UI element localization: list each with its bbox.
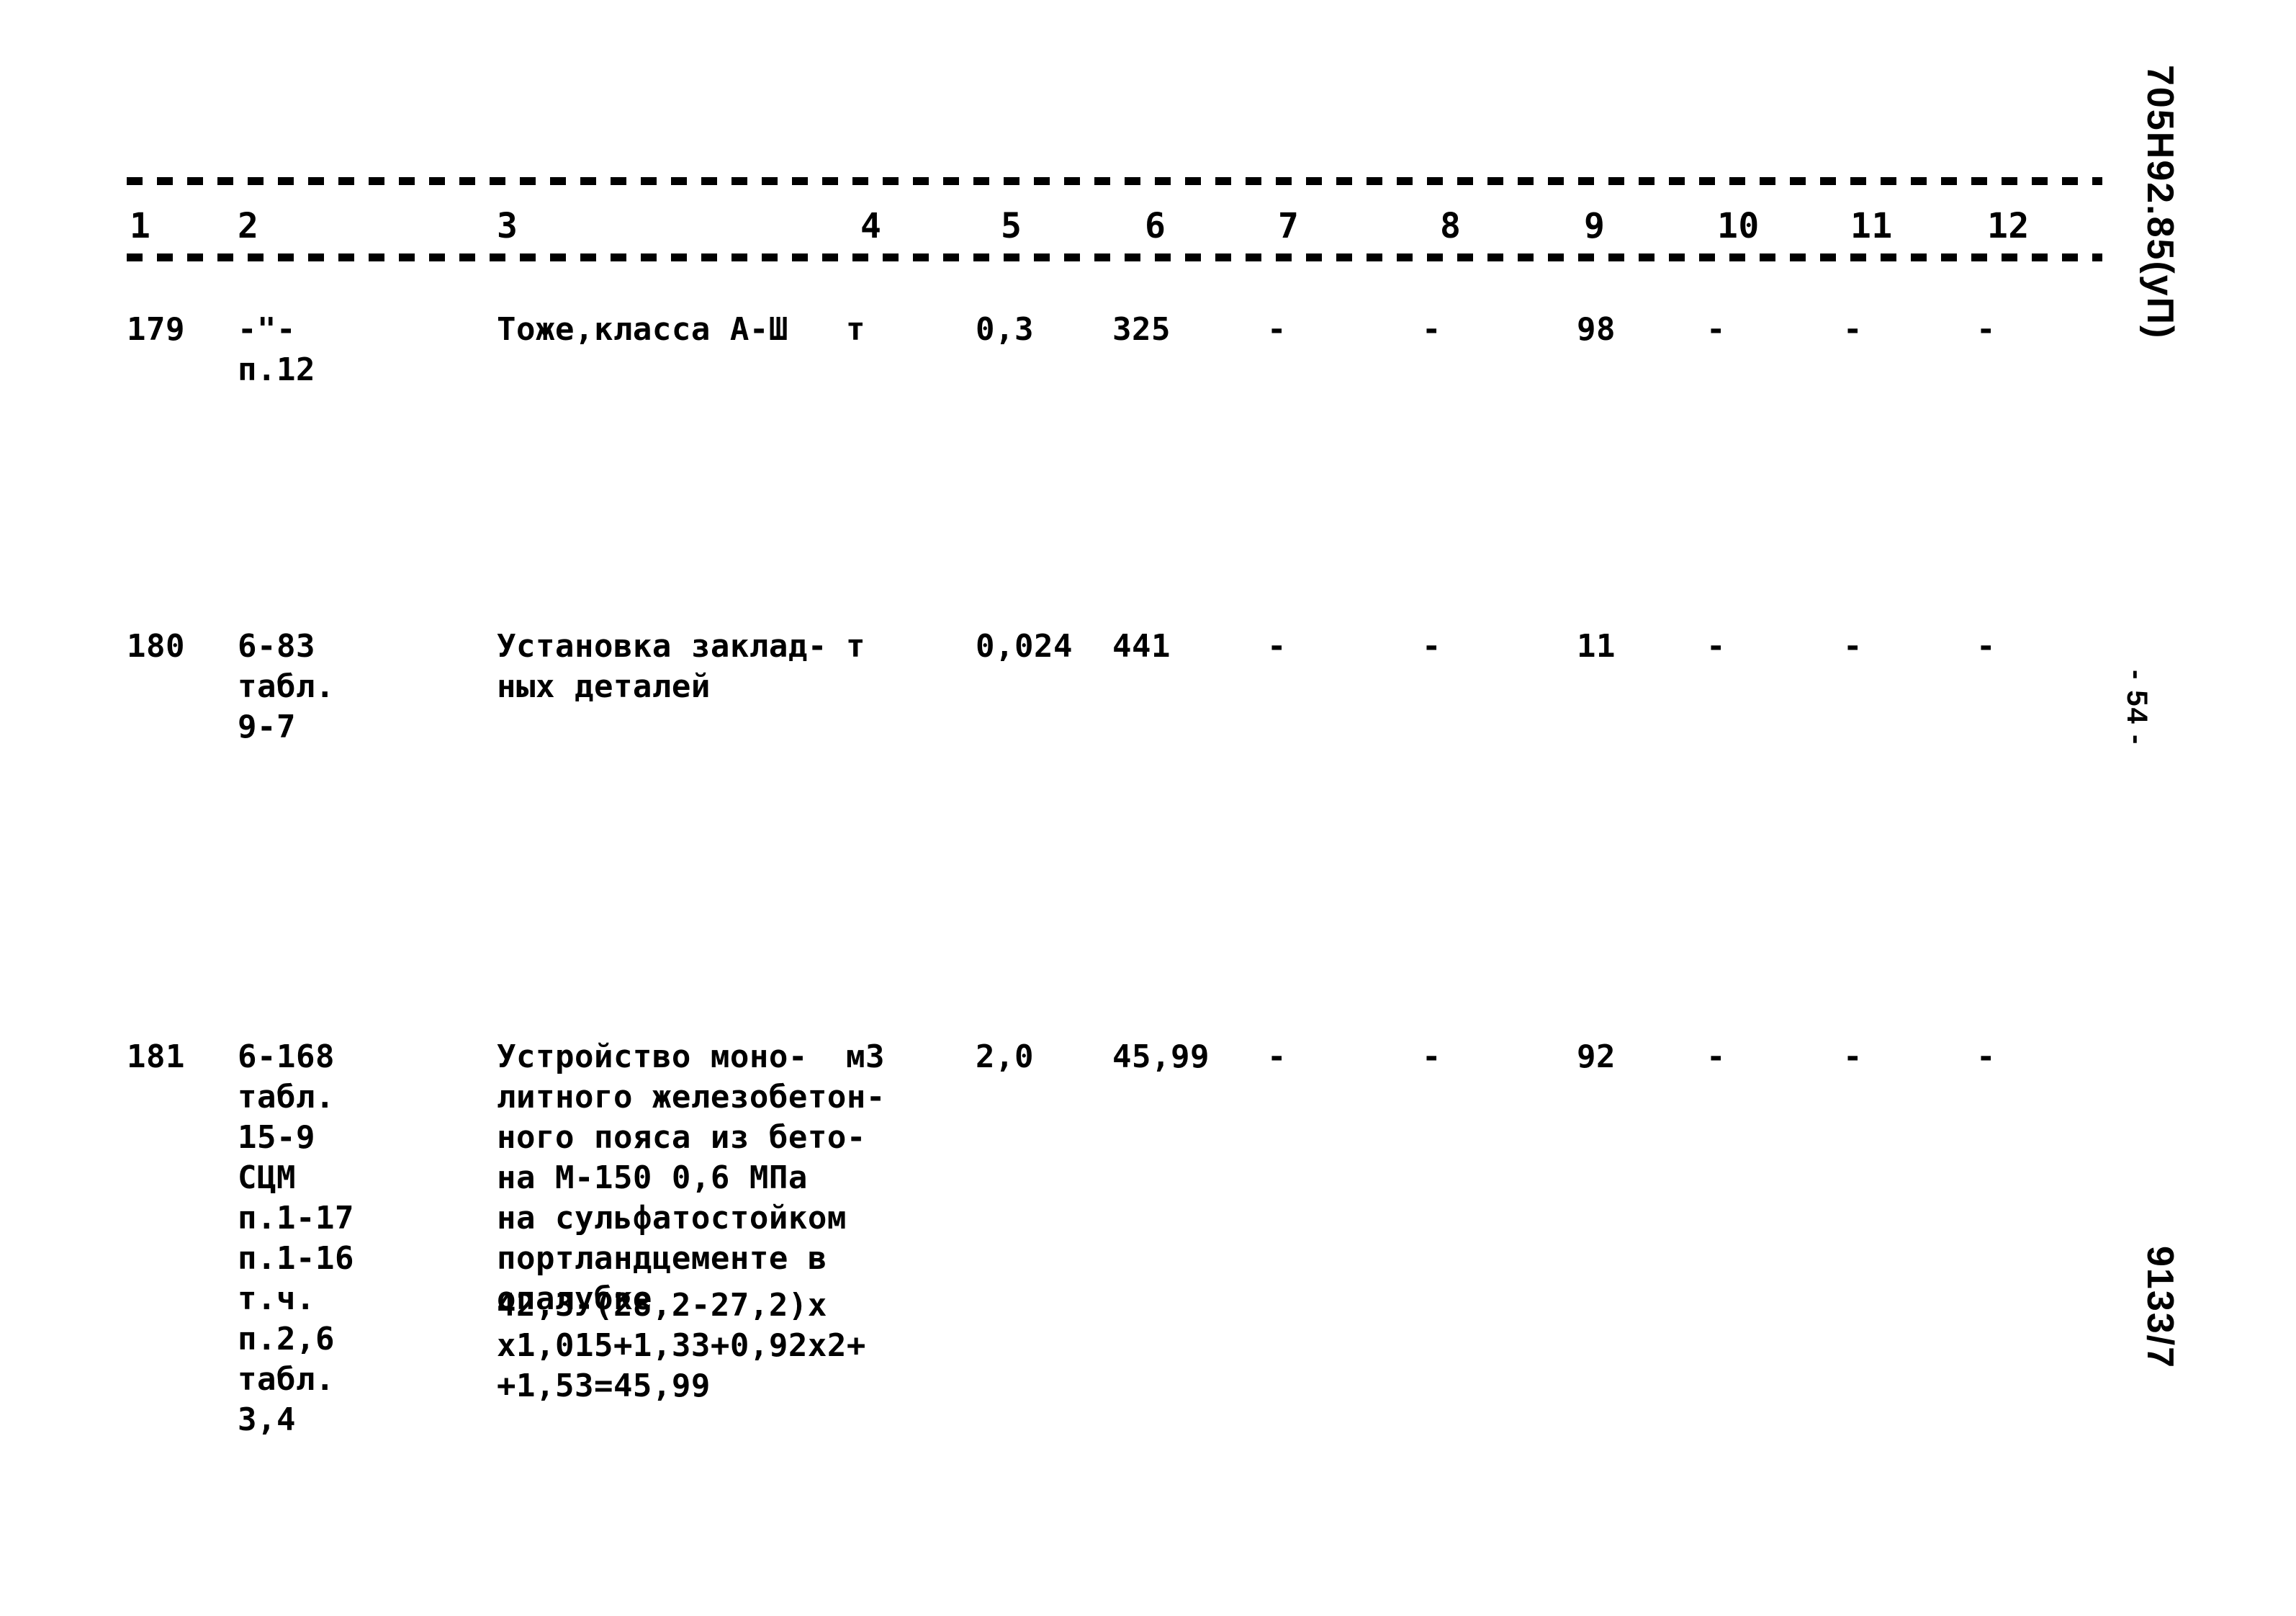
column-header-11: 11: [1850, 206, 1893, 246]
table-column-header-row: 1 2 3 4 5 6 7 8 9 10 11 12: [0, 207, 2296, 258]
cell-c5: 2,0: [976, 1038, 1034, 1075]
cell-c9: 98: [1577, 311, 1616, 348]
table-body: 179 -"- п.12 Тоже,класса А-Ш т 0,3 325 - - 98 - - -…: [0, 288, 2296, 1438]
column-header-1: 1: [130, 206, 151, 246]
cell-c10: -: [1706, 1038, 1726, 1075]
cell-c7: -: [1267, 311, 1287, 348]
cell-c9: 92: [1577, 1038, 1616, 1075]
cell-c11: -: [1843, 1038, 1863, 1075]
cell-c12: -: [1976, 1038, 1996, 1075]
cell-c4: т: [846, 311, 865, 348]
cell-c7: -: [1267, 1038, 1287, 1075]
document-code-vertical: 705Н92.85(уП): [2139, 65, 2181, 340]
cell-c10: -: [1706, 311, 1726, 348]
cell-c11: -: [1843, 311, 1863, 348]
column-header-5: 5: [1001, 206, 1022, 246]
table-row: 183-"- п.9То же, класса А-Шт0,14286--40-…: [0, 1253, 2296, 1411]
archive-code-vertical: 9133/7: [2139, 1246, 2181, 1370]
column-header-2: 2: [238, 206, 259, 246]
table-row: 181 6-168 табл. 15-9 СЦМ п.1-17 п.1-16 т.…: [0, 652, 2296, 1438]
cell-c8: -: [1422, 1038, 1441, 1075]
table-header-dashed-rule: [127, 253, 2102, 261]
cell-c2: -"- п.12: [238, 311, 315, 388]
cell-c6: 45,99: [1112, 1038, 1210, 1075]
column-header-10: 10: [1717, 206, 1760, 246]
column-header-6: 6: [1145, 206, 1166, 246]
table-top-dashed-rule: [127, 177, 2102, 185]
cell-c4: м3: [846, 1038, 885, 1075]
column-header-3: 3: [497, 206, 518, 246]
table-row: 180 6-83 табл. 9-7 Установка заклад- ных д…: [0, 446, 2296, 745]
cell-c6: 325: [1112, 311, 1171, 348]
cell-c1: 181: [127, 1038, 185, 1075]
table-row: 182СРЦ ч.П разд.4 п.7Стоимость армату- р…: [0, 1102, 2296, 1253]
cell-c3: Тоже,класса А-Ш: [497, 311, 788, 348]
column-header-12: 12: [1987, 206, 2030, 246]
column-header-7: 7: [1278, 206, 1300, 246]
cell-c5: 0,3: [976, 311, 1034, 348]
column-header-8: 8: [1440, 206, 1462, 246]
cell-c1: 179: [127, 311, 185, 348]
column-header-4: 4: [860, 206, 882, 246]
cell-c12: -: [1976, 311, 1996, 348]
column-header-9: 9: [1584, 206, 1606, 246]
document-page: 1 2 3 4 5 6 7 8 9 10 11 12 179 -"- п.12 Тоже,класса А…: [0, 0, 2296, 1616]
table-row: 179 -"- п.12 Тоже,класса А-Ш т 0,3 325 - - 98 - - -: [0, 288, 2296, 446]
page-number-vertical: - 54 -: [2121, 670, 2153, 746]
cell-c8: -: [1422, 311, 1441, 348]
